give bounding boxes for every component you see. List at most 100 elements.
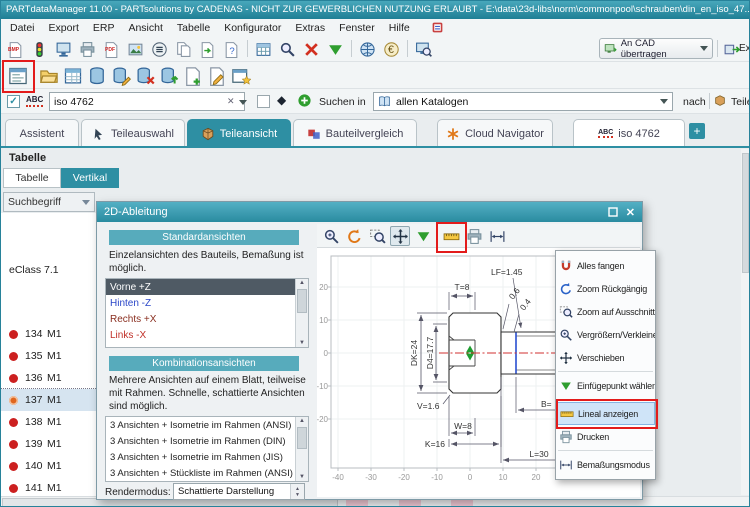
menu-ansicht[interactable]: Ansicht bbox=[121, 19, 169, 36]
menu-item-alles-fangen[interactable]: Alles fangen bbox=[556, 254, 655, 277]
search-column-header[interactable]: Suchbegriff bbox=[3, 192, 95, 212]
pan-icon[interactable] bbox=[390, 226, 410, 246]
search-icon[interactable] bbox=[277, 39, 297, 59]
list-item[interactable]: 139 M1 bbox=[1, 433, 97, 455]
clear-search-icon[interactable]: ✕ bbox=[227, 96, 235, 107]
table-grid-icon[interactable] bbox=[253, 39, 273, 59]
zoom-window-icon[interactable] bbox=[367, 226, 387, 246]
tab-cloud-navigator[interactable]: Cloud Navigator bbox=[437, 119, 553, 147]
menu-item-vergroessern-verkleinern[interactable]: Vergrößern/Verkleinern bbox=[556, 323, 655, 346]
list-item[interactable]: 140 M1 bbox=[1, 455, 97, 477]
spinner-icon[interactable]: ▲▼ bbox=[290, 484, 304, 499]
pdf-export-icon[interactable]: PDF bbox=[101, 39, 121, 59]
traffic-light-icon[interactable] bbox=[29, 39, 49, 59]
add-search-icon[interactable] bbox=[297, 93, 312, 113]
euro-price-icon[interactable]: € bbox=[381, 39, 401, 59]
database-upload-icon[interactable] bbox=[157, 64, 180, 87]
subtab-vertikal[interactable]: Vertikal bbox=[61, 168, 119, 188]
tree-item-eclass[interactable]: eClass 7.1 bbox=[9, 264, 59, 276]
scroll-down-icon[interactable]: ▼ bbox=[299, 339, 305, 347]
abc-fulltext-icon[interactable]: ABC bbox=[26, 95, 43, 107]
zoom-dynamic-icon[interactable] bbox=[321, 226, 341, 246]
tab-bauteilvergleich[interactable]: Bauteilvergleich bbox=[293, 119, 417, 147]
window-titlebar[interactable]: PARTdataManager 11.00 - PARTsolutions by… bbox=[1, 1, 749, 19]
combo-view-option[interactable]: 3 Ansichten + Isometrie im Rahmen (DIN) bbox=[106, 433, 300, 449]
menu-item-zoom-auf-ausschnitt[interactable]: Zoom auf Ausschnitt bbox=[556, 300, 655, 323]
print-icon[interactable] bbox=[464, 226, 484, 246]
tab-document-iso4762[interactable]: ABC iso 4762 bbox=[573, 119, 685, 147]
database-delete-icon[interactable] bbox=[133, 64, 156, 87]
edit-document-icon[interactable] bbox=[205, 64, 228, 87]
quick-help-icon[interactable] bbox=[431, 21, 444, 34]
view-monitor-icon[interactable] bbox=[53, 39, 73, 59]
print-icon[interactable] bbox=[77, 39, 97, 59]
tab-teileansicht[interactable]: Teileansicht bbox=[187, 119, 291, 147]
zoom-undo-icon[interactable] bbox=[344, 226, 364, 246]
search-input[interactable] bbox=[49, 92, 245, 111]
menu-extras[interactable]: Extras bbox=[288, 19, 332, 36]
view-option[interactable]: Hinten -Z bbox=[106, 295, 300, 311]
list-item[interactable]: 138 M1 bbox=[1, 411, 97, 433]
export-icon[interactable] bbox=[721, 39, 741, 59]
menu-erp[interactable]: ERP bbox=[86, 19, 122, 36]
float-panel-icon[interactable] bbox=[608, 207, 618, 217]
combo-view-option[interactable]: 3 Ansichten + Stückliste im Rahmen (ANSI… bbox=[106, 465, 300, 481]
tab-assistent[interactable]: Assistent bbox=[5, 119, 79, 147]
menu-item-zoom-rueckgaengig[interactable]: Zoom Rückgängig bbox=[556, 277, 655, 300]
menu-datei[interactable]: Datei bbox=[3, 19, 42, 36]
table-blue-icon[interactable] bbox=[61, 64, 84, 87]
dimension-mode-icon[interactable] bbox=[487, 226, 507, 246]
delete-icon[interactable] bbox=[301, 39, 321, 59]
scrollbar-thumb[interactable] bbox=[742, 153, 749, 273]
menu-export[interactable]: Export bbox=[42, 19, 86, 36]
menu-fenster[interactable]: Fenster bbox=[332, 19, 382, 36]
scroll-down-icon[interactable]: ▼ bbox=[299, 473, 305, 481]
search-checkbox-checked[interactable]: ✓ bbox=[7, 95, 20, 108]
database-edit-icon[interactable] bbox=[109, 64, 132, 87]
vertical-scrollbar[interactable] bbox=[741, 149, 750, 495]
menu-hilfe[interactable]: Hilfe bbox=[382, 19, 417, 36]
menu-konfigurator[interactable]: Konfigurator bbox=[217, 19, 288, 36]
menu-item-einfuegepunkt-waehlen[interactable]: Einfügepunkt wählen bbox=[556, 374, 655, 397]
formula-icon[interactable] bbox=[149, 39, 169, 59]
ruler-icon[interactable] bbox=[441, 226, 461, 246]
database-icon[interactable] bbox=[85, 64, 108, 87]
list-item-selected[interactable]: 137 M1 bbox=[1, 389, 97, 411]
page-help-icon[interactable]: ? bbox=[221, 39, 241, 59]
insert-point-icon[interactable] bbox=[413, 226, 433, 246]
view-option[interactable]: Links -X bbox=[106, 327, 300, 343]
new-window-icon[interactable] bbox=[229, 64, 252, 87]
open-folder-icon[interactable] bbox=[37, 64, 60, 87]
add-tab-button[interactable]: + bbox=[689, 123, 705, 139]
list-item[interactable]: 135 M1 bbox=[1, 345, 97, 367]
view-option[interactable]: Rechts +X bbox=[106, 311, 300, 327]
catalog-select[interactable]: allen Katalogen bbox=[373, 92, 673, 111]
cad-transfer-button[interactable]: An CAD übertragen bbox=[599, 38, 713, 59]
scrollbar-thumb[interactable] bbox=[297, 289, 307, 313]
close-icon[interactable]: ✕ bbox=[626, 206, 635, 219]
combo-view-option[interactable]: 3 Ansichten + Isometrie im Rahmen (ANSI) bbox=[106, 417, 300, 433]
rendermode-select[interactable]: Schattierte Darstellung ▲▼ bbox=[173, 483, 305, 500]
image-icon[interactable] bbox=[125, 39, 145, 59]
globe-icon[interactable] bbox=[357, 39, 377, 59]
listbox-scrollbar[interactable]: ▲▼ bbox=[295, 279, 308, 347]
bmp-export-icon[interactable]: BMP bbox=[5, 39, 25, 59]
list-item[interactable]: 134 M1 bbox=[1, 323, 97, 345]
menu-item-drucken[interactable]: Drucken bbox=[556, 425, 655, 448]
menu-item-bemassungsmodus[interactable]: Bemaßungsmodus bbox=[556, 453, 655, 476]
menu-item-lineal-anzeigen[interactable]: Lineal anzeigen bbox=[556, 402, 655, 425]
derivation-2d-icon[interactable] bbox=[6, 64, 29, 87]
cad-preview-icon[interactable] bbox=[413, 39, 433, 59]
new-document-icon[interactable] bbox=[181, 64, 204, 87]
page-export-icon[interactable] bbox=[197, 39, 217, 59]
view-option-selected[interactable]: Vorne +Z bbox=[106, 279, 300, 295]
search-checkbox-empty[interactable] bbox=[257, 95, 270, 108]
menu-tabelle[interactable]: Tabelle bbox=[170, 19, 217, 36]
menu-item-verschieben[interactable]: Verschieben bbox=[556, 346, 655, 369]
listbox-scrollbar[interactable]: ▲▼ bbox=[295, 417, 308, 481]
scrollbar-thumb[interactable] bbox=[297, 427, 307, 449]
teile-label[interactable]: Teile bbox=[731, 96, 750, 108]
geometry-icon[interactable]: ◆ bbox=[277, 93, 286, 107]
search-dropdown-icon[interactable] bbox=[239, 100, 247, 105]
subtab-tabelle[interactable]: Tabelle bbox=[3, 168, 61, 188]
